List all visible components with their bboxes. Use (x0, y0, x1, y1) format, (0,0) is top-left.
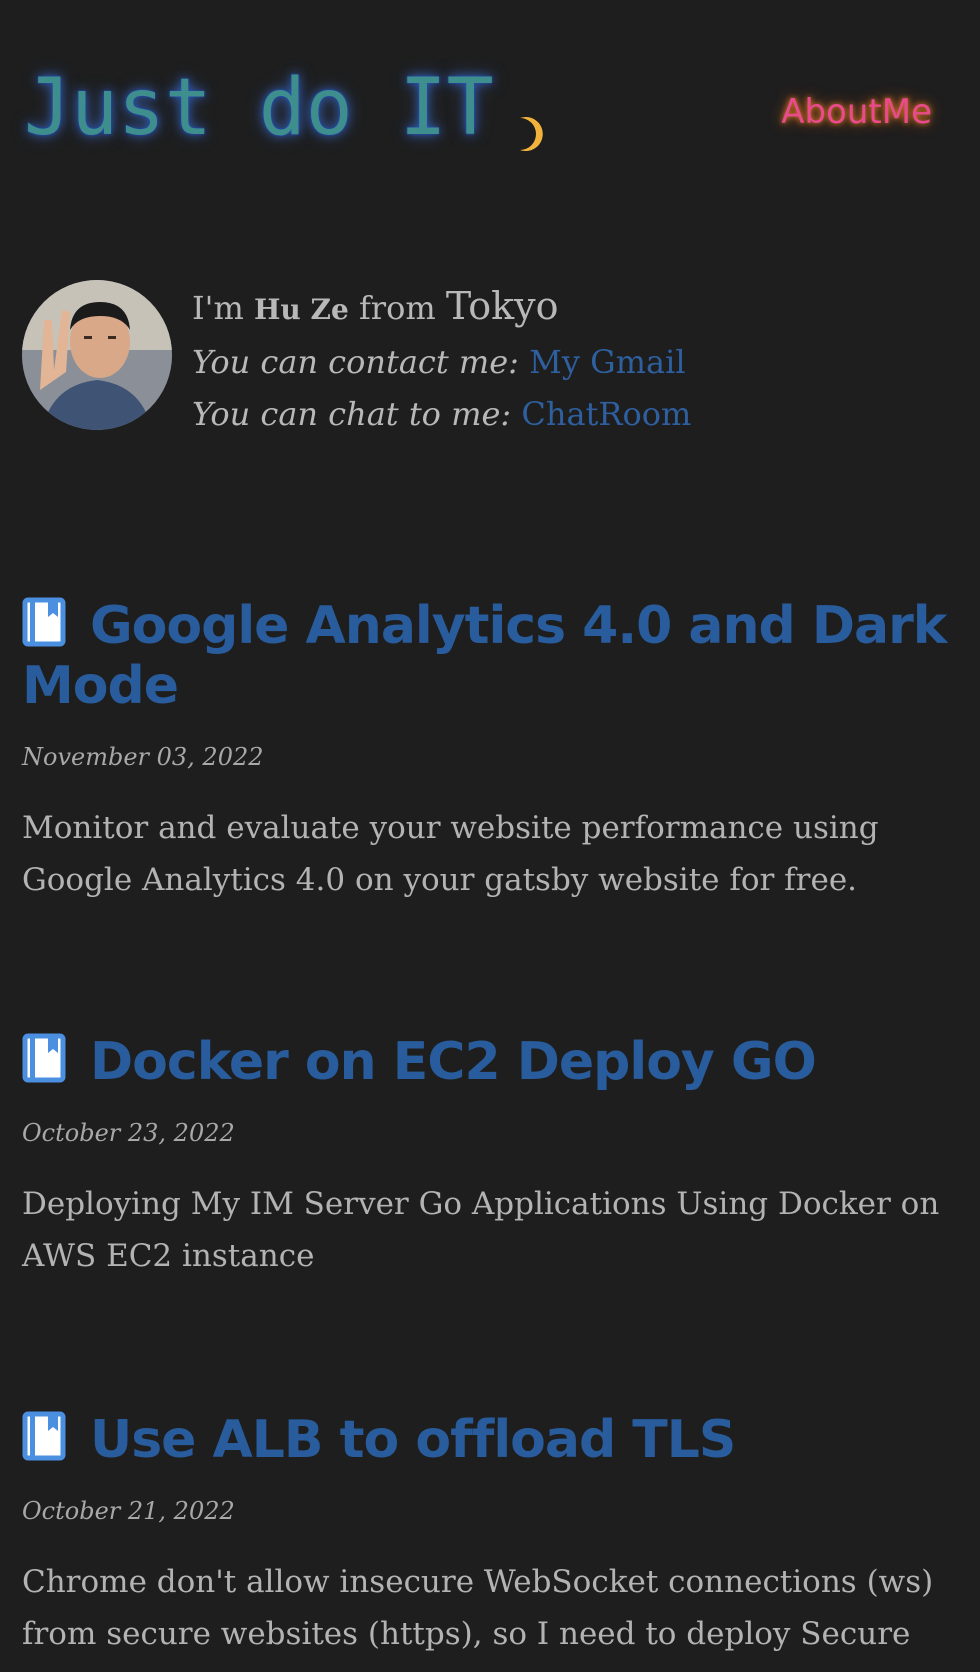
bookmark-book-icon (22, 597, 68, 647)
post-title: Docker on EC2 Deploy GO (22, 1032, 952, 1092)
chat-label: You can chat to me: (192, 395, 512, 433)
site-header: Just do IT AboutMe (24, 56, 956, 176)
post-title-link[interactable]: Use ALB to offload TLS (90, 1410, 736, 1470)
bookmark-book-icon (22, 1033, 68, 1083)
post-item: Google Analytics 4.0 and Dark Mode Novem… (22, 596, 952, 937)
post-title: Google Analytics 4.0 and Dark Mode (22, 596, 952, 716)
bio-from: from (358, 289, 436, 327)
bio-text: I'm Hu Ze from Tokyo You can contact me:… (192, 280, 691, 440)
post-title-link[interactable]: Google Analytics 4.0 and Dark Mode (22, 596, 947, 716)
bio-section: I'm Hu Ze from Tokyo You can contact me:… (22, 280, 952, 433)
post-date: October 21, 2022 (22, 1497, 235, 1525)
site-title[interactable]: Just do IT (24, 56, 494, 160)
post-excerpt: Monitor and evaluate your website perfor… (22, 810, 879, 898)
bio-prefix: I'm (192, 289, 244, 327)
chatroom-link[interactable]: ChatRoom (521, 395, 691, 433)
post-title: Use ALB to offload TLS (22, 1410, 952, 1470)
post-excerpt: Chrome don't allow insecure WebSocket co… (22, 1564, 934, 1652)
post-item: Docker on EC2 Deploy GO October 23, 2022… (22, 1032, 952, 1313)
avatar (22, 280, 172, 430)
bio-chat: You can chat to me: ChatRoom (192, 388, 691, 440)
bookmark-book-icon (22, 1411, 68, 1461)
moon-icon[interactable] (502, 110, 550, 158)
bio-name: Hu Ze (253, 293, 349, 326)
post-item: Use ALB to offload TLS October 21, 2022 … (22, 1410, 952, 1672)
contact-label: You can contact me: (192, 343, 519, 381)
gmail-link[interactable]: My Gmail (529, 343, 685, 381)
bio-intro: I'm Hu Ze from Tokyo (192, 280, 691, 336)
post-date: November 03, 2022 (22, 743, 264, 771)
page: Just do IT AboutMe I'm Hu Ze from Tokyo … (0, 0, 980, 1672)
post-title-link[interactable]: Docker on EC2 Deploy GO (90, 1032, 817, 1092)
post-excerpt: Deploying My IM Server Go Applications U… (22, 1186, 940, 1274)
about-me-link[interactable]: AboutMe (781, 88, 932, 136)
post-date: October 23, 2022 (22, 1119, 235, 1147)
bio-city: Tokyo (445, 284, 559, 328)
bio-contact: You can contact me: My Gmail (192, 336, 691, 388)
